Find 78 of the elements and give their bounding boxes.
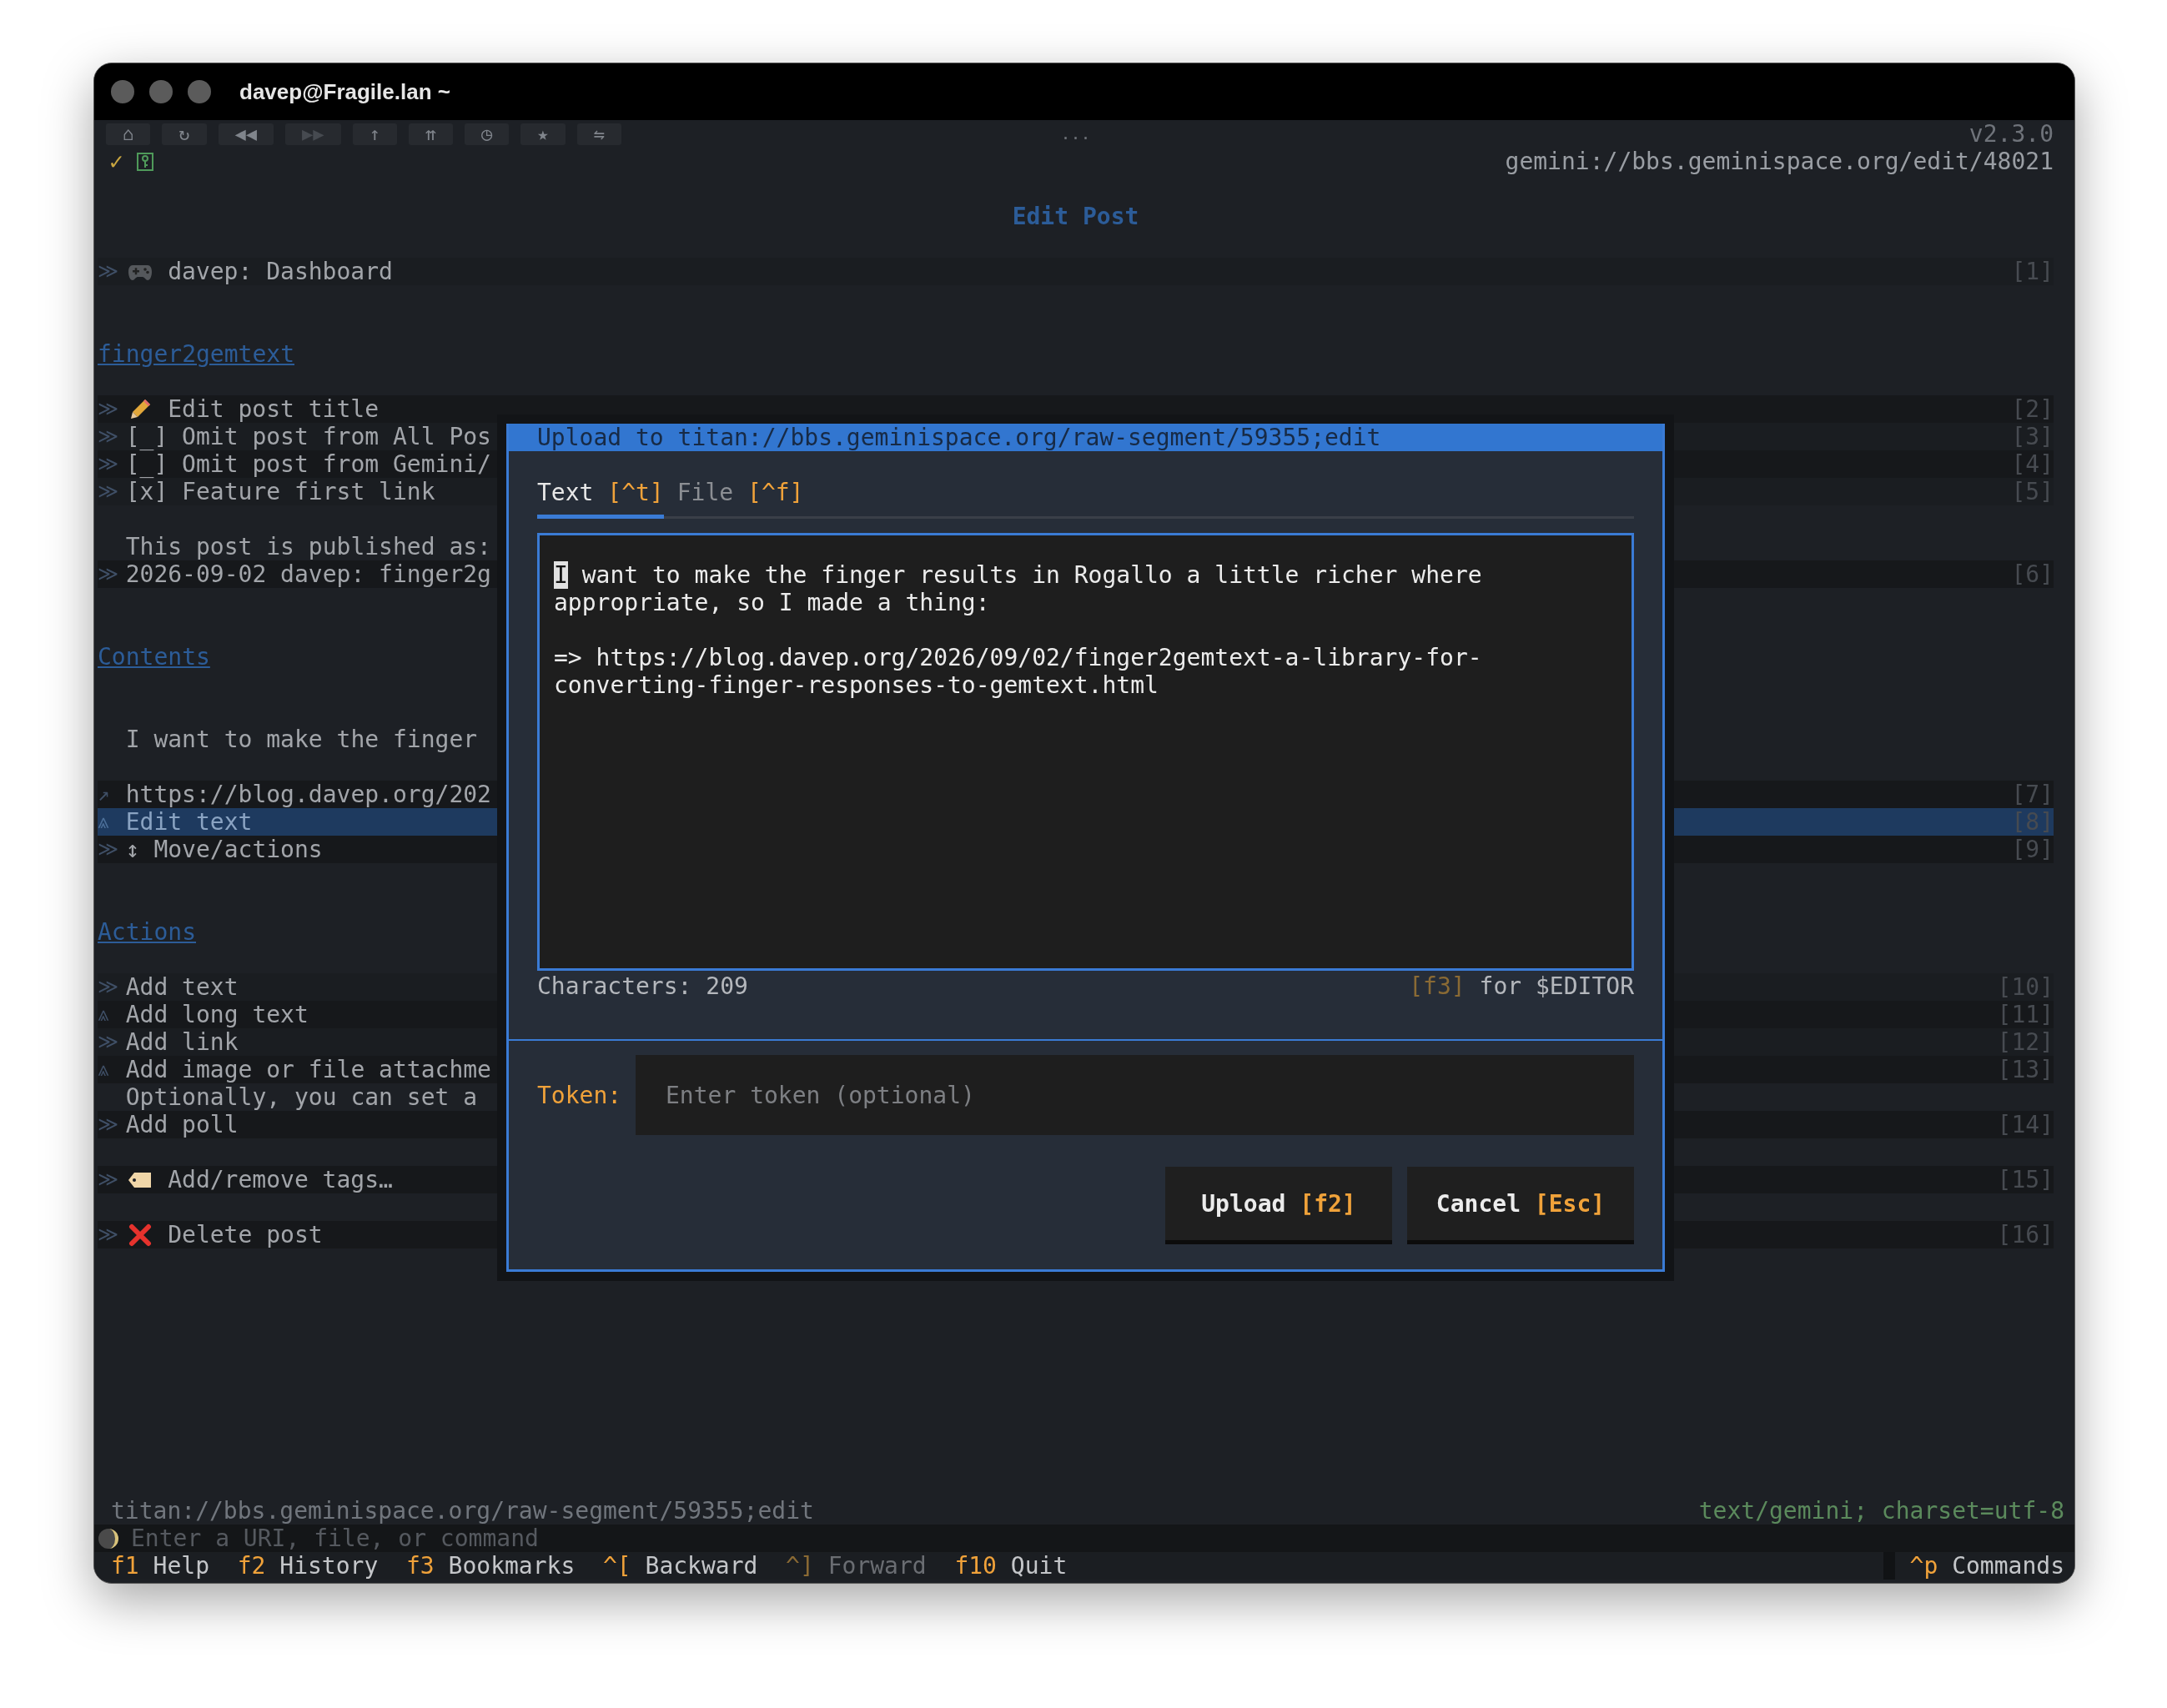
marker-glyph: ≫ [98, 259, 119, 284]
menu-label: Add poll [125, 1111, 239, 1138]
body-text: Optionally, you can set a [124, 1083, 478, 1111]
text-cursor [554, 561, 568, 589]
marker-glyph: ≫ [98, 1167, 119, 1193]
cross-icon [128, 1223, 152, 1247]
body-text: I want to make the finger [124, 726, 478, 753]
section-heading-link[interactable]: Actions [98, 918, 196, 946]
status-uri: titan://bbs.geminispace.org/raw-segment/59355;edit [111, 1497, 814, 1525]
menu-label: Add link [125, 1028, 239, 1056]
marker-glyph: ≫ [98, 396, 119, 422]
key-binding[interactable]: f2 History [237, 1552, 379, 1580]
editor-hint: [f3] for $EDITOR [1409, 972, 1634, 1000]
marker-glyph: ≫ [98, 561, 119, 587]
marker-glyph: ≫ [98, 451, 119, 477]
dialog-title: Upload to titan://bbs.geminispace.org/raw-segment/59355;edit [509, 424, 1662, 451]
marker-glyph: ≫ [98, 1029, 119, 1055]
menu-label: https://blog.davep.org/202 [125, 781, 491, 808]
check-mark: ✓ [108, 148, 124, 175]
marker-glyph: ≫ [98, 974, 119, 1000]
marker-glyph: ⩓ [98, 809, 110, 835]
key-binding[interactable]: f3 Bookmarks [406, 1552, 576, 1580]
section-heading-link[interactable]: Contents [98, 643, 210, 671]
menu-label: Add long text [125, 1001, 309, 1028]
toolbar-button[interactable]: ↑ [352, 123, 397, 145]
dialog-button[interactable]: Upload [f2] [1165, 1167, 1392, 1244]
toolbar-button[interactable]: ★ [520, 123, 566, 145]
tag-icon [127, 1171, 153, 1188]
window-control[interactable] [149, 80, 173, 103]
toolbar-button[interactable]: ↻ [162, 123, 207, 145]
marker-glyph: ≫ [98, 1222, 119, 1248]
menu-label: 2026-09-02 davep: finger2g [125, 560, 491, 588]
tab[interactable]: File [^f] [676, 479, 804, 519]
token-field[interactable]: Enter token (optional) [636, 1055, 1634, 1135]
toolbar-button[interactable]: ◷ [465, 123, 510, 145]
text-editor-field[interactable]: I want to make the finger results in Rogallo a little richer where appropriate, so I made a thing: => https://blog.davep.org/2026/09/02/finger2gemtext-a-library-for-converting-finger-responses-to-gemtext.html [537, 533, 1634, 971]
mime-type: text/gemini; charset=utf-8 [1698, 1497, 2064, 1525]
marker-glyph: ↗ [98, 781, 111, 807]
window-control[interactable] [188, 80, 211, 103]
dialog-button[interactable]: Cancel [Esc] [1407, 1167, 1634, 1244]
toolbar-button[interactable]: ⇈ [408, 123, 453, 145]
key-binding[interactable]: ^[ Backward [602, 1552, 758, 1580]
marker-glyph: ⩓ [98, 1002, 110, 1027]
marker-glyph: ≫ [98, 479, 119, 505]
marker-glyph: ≫ [98, 1112, 119, 1138]
menu-label: ↕ Move/actions [125, 836, 323, 863]
menu-label: [x] Feature first link [125, 478, 435, 505]
token-label: Token: [537, 1081, 623, 1109]
key-binding[interactable]: f10 Quit [954, 1552, 1068, 1580]
menu-label: Delete post [168, 1221, 323, 1248]
menu-label: [_] Omit post from All Pos [125, 423, 491, 450]
toolbar-button[interactable]: ⇋ [576, 123, 621, 145]
marker-glyph: ≫ [98, 836, 119, 862]
menu-label: davep: Dashboard [168, 258, 393, 285]
menu-label: Edit text [125, 808, 253, 836]
tab[interactable]: Text [^t] [537, 479, 664, 519]
key-binding[interactable]: f1 Help [111, 1552, 209, 1580]
toolbar-button[interactable]: ◀◀ [218, 123, 274, 145]
menu-label: Add/remove tags… [168, 1166, 393, 1193]
menu-label: Add text [125, 973, 239, 1001]
character-count: Characters: 209 [537, 972, 748, 1000]
menu-label: Add image or file attachme [125, 1056, 491, 1083]
address-text: gemini://bbs.geminispace.org/edit/48021 [1505, 148, 2054, 175]
key-binding[interactable]: ^p Commands [1883, 1552, 2074, 1580]
version-label: v2.3.0 [1968, 120, 2054, 148]
menu-label: [_] Omit post from Gemini/ [125, 450, 491, 478]
menu-label: Edit post title [168, 395, 380, 423]
toolbar-button[interactable]: ⌂ [106, 123, 151, 145]
drag-handle[interactable]: ... [1060, 120, 1091, 148]
marker-glyph: ⩓ [98, 1057, 110, 1083]
page-title: Edit Post [1012, 203, 1139, 230]
key-icon [137, 152, 153, 171]
window-control[interactable] [111, 80, 134, 103]
body-text: This post is published as: [124, 533, 491, 560]
moon-icon [98, 1527, 119, 1550]
window-title: davep@Fragile.lan ~ [239, 78, 450, 105]
section-heading-link[interactable]: finger2gemtext [98, 340, 294, 368]
marker-glyph: ≫ [98, 424, 119, 450]
